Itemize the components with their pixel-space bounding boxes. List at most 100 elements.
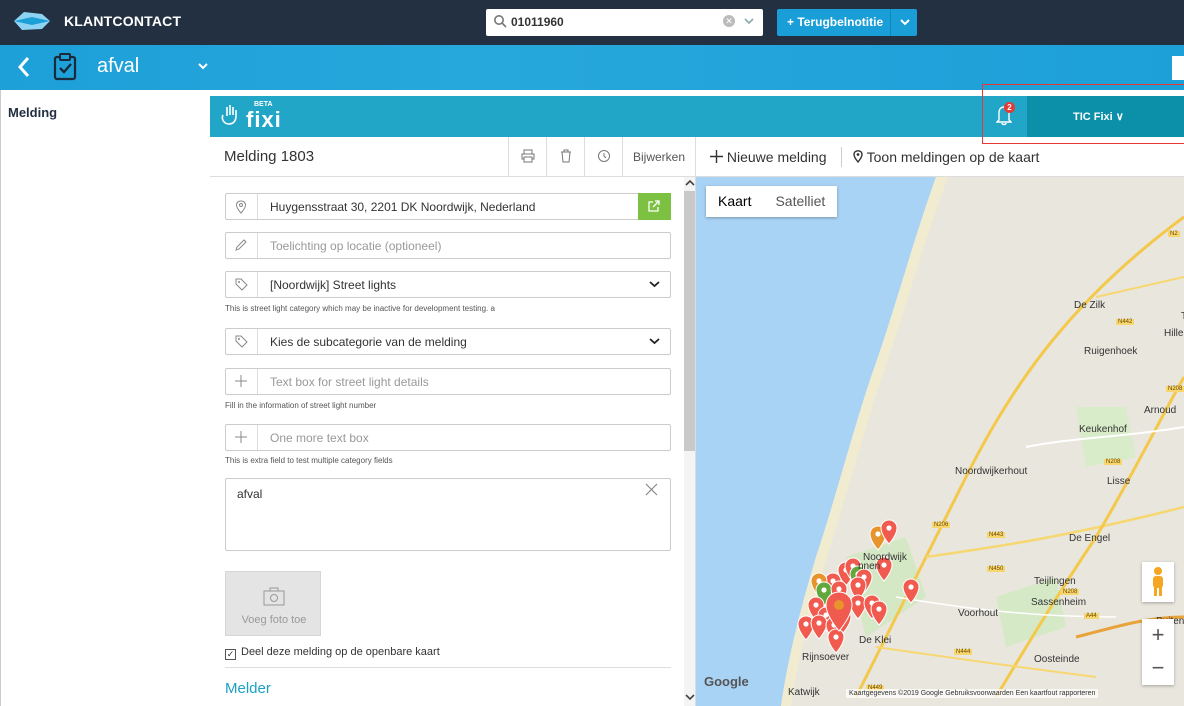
location-pin-icon (235, 200, 247, 214)
add-photo-button[interactable]: Voeg foto toe (225, 571, 321, 636)
show-meldingen-button[interactable]: Toon meldingen op de kaart (853, 149, 1039, 165)
map-attribution[interactable]: Kaartgegevens ©2019 Google Gebruiksvoorw… (846, 689, 1099, 698)
map[interactable]: Kaart Satelliet De Zilk Hille Ruigenhoek Arn… (696, 177, 1184, 706)
scroll-up-icon[interactable] (685, 179, 695, 187)
extra-text-field[interactable]: One more text box (225, 424, 671, 451)
history-button[interactable] (584, 137, 622, 177)
new-melding-button[interactable]: Nieuwe melding (710, 149, 827, 165)
organisation-dropdown[interactable]: TIC Fixi ∨ (1027, 96, 1184, 137)
selected-marker-dot (834, 600, 844, 610)
brand[interactable]: KLANTCONTACT (12, 9, 181, 33)
chevron-down-icon[interactable] (898, 14, 912, 30)
google-logo: Google (704, 674, 749, 689)
map-marker-dot (881, 562, 887, 568)
plus-icon (235, 431, 247, 443)
map-marker-dot (821, 587, 827, 593)
place-label: Hille (1164, 328, 1184, 339)
scroll-down-icon[interactable] (685, 693, 695, 701)
chevron-down-icon[interactable] (196, 58, 210, 74)
place-label: Oosteinde (1034, 654, 1080, 665)
road-badge: N450 (987, 566, 1006, 572)
address-field[interactable]: Huygensstraat 30, 2201 DK Noordwijk, Ned… (225, 193, 671, 220)
street-view-button[interactable] (1142, 562, 1174, 602)
chevron-down-icon (649, 281, 660, 288)
place-label: Lisse (1107, 476, 1131, 487)
context-title: afval (97, 55, 140, 77)
fixi-logo[interactable]: BETA fixi (218, 101, 281, 132)
print-button[interactable] (508, 137, 546, 177)
add-photo-label: Voeg foto toe (241, 614, 307, 626)
melding-header: Melding 1803 Bijwerken (210, 137, 696, 177)
place-label: Keukenhof (1079, 424, 1127, 435)
map-marker-dot (803, 621, 809, 627)
new-melding-label: Nieuwe melding (726, 149, 827, 165)
brand-title: KLANTCONTACT (64, 13, 182, 29)
place-label: De Engel (1069, 533, 1111, 544)
map-toolbar: Nieuwe melding Toon meldingen op de kaar… (696, 137, 1184, 177)
share-checkbox[interactable]: ✓ Deel deze melding op de openbare kaart (225, 646, 440, 660)
plus-icon (710, 150, 723, 163)
notification-badge: 2 (1004, 102, 1015, 113)
road-badge: N208 (1061, 589, 1080, 595)
place-label: Voorhout (958, 608, 999, 619)
streetlight-details-placeholder: Text box for street light details (270, 375, 429, 389)
category-select[interactable]: [Noordwijk] Street lights (225, 271, 671, 298)
description-textarea[interactable]: afval (225, 478, 671, 551)
fixi-logo-text: fixi (246, 107, 282, 132)
place-label: De Klei (859, 635, 892, 646)
search-input[interactable]: 01011960 ✕ (486, 9, 763, 36)
satellite-tab[interactable]: Satelliet (763, 186, 837, 216)
plus-icon (235, 375, 247, 387)
search-icon (494, 15, 507, 28)
close-icon[interactable] (645, 483, 658, 496)
callback-note-button[interactable]: + Terugbelnotitie (777, 9, 917, 36)
klantcontact-logo-icon (14, 12, 50, 30)
pegman-icon (1153, 567, 1163, 596)
update-button[interactable]: Bijwerken (622, 137, 696, 177)
divider (841, 147, 842, 167)
streetlight-details-field[interactable]: Text box for street light details (225, 368, 671, 395)
road-badge: N443 (987, 532, 1006, 538)
hand-wave-icon (221, 105, 237, 125)
left-nav: Melding (0, 90, 208, 706)
nav-item-melding[interactable]: Melding (8, 105, 57, 120)
category-value: [Noordwijk] Street lights (270, 278, 397, 292)
search-value: 01011960 (511, 15, 564, 29)
map-canvas (696, 177, 1184, 706)
map-tab[interactable]: Kaart (706, 186, 763, 216)
plus-icon-cell (226, 425, 258, 450)
context-right-button[interactable] (1172, 56, 1184, 80)
pencil-icon (235, 239, 247, 251)
tag-icon (235, 278, 248, 291)
zoom-out-button[interactable]: − (1142, 652, 1174, 685)
organisation-label: TIC Fixi ∨ (1073, 111, 1124, 123)
scrollbar-thumb[interactable] (684, 191, 695, 451)
map-marker-dot (855, 600, 861, 606)
note-icon-cell (226, 233, 258, 258)
road-badge: N442 (1116, 319, 1135, 325)
back-icon[interactable] (17, 56, 31, 78)
road-badge: N2 (1168, 231, 1180, 237)
place-label: Rijnsoever (802, 652, 850, 663)
map-type-toggle: Kaart Satelliet (706, 186, 838, 217)
tag-icon (235, 335, 248, 348)
delete-button[interactable] (546, 137, 584, 177)
checkbox[interactable]: ✓ (225, 649, 236, 660)
map-marker-dot (816, 620, 822, 626)
open-address-button[interactable] (638, 193, 671, 220)
zoom-control: + − (1142, 619, 1174, 685)
tag-icon-cell (226, 329, 258, 354)
category-help: This is street light category which may … (225, 304, 495, 313)
melding-form: Huygensstraat 30, 2201 DK Noordwijk, Ned… (210, 177, 696, 706)
clear-icon[interactable]: ✕ (723, 15, 735, 27)
zoom-in-button[interactable]: + (1142, 619, 1174, 652)
map-marker-dot (855, 582, 861, 588)
place-label: Katwijk (788, 687, 820, 698)
print-icon (521, 149, 535, 163)
clipboard-check-icon (53, 53, 77, 81)
subcategory-select[interactable]: Kies de subcategorie van de melding (225, 328, 671, 355)
plus-icon-cell (226, 369, 258, 394)
chevron-down-icon[interactable] (743, 15, 755, 27)
share-label: Deel deze melding op de openbare kaart (241, 646, 440, 658)
location-note-field[interactable]: Toelichting op locatie (optioneel) (225, 232, 671, 259)
